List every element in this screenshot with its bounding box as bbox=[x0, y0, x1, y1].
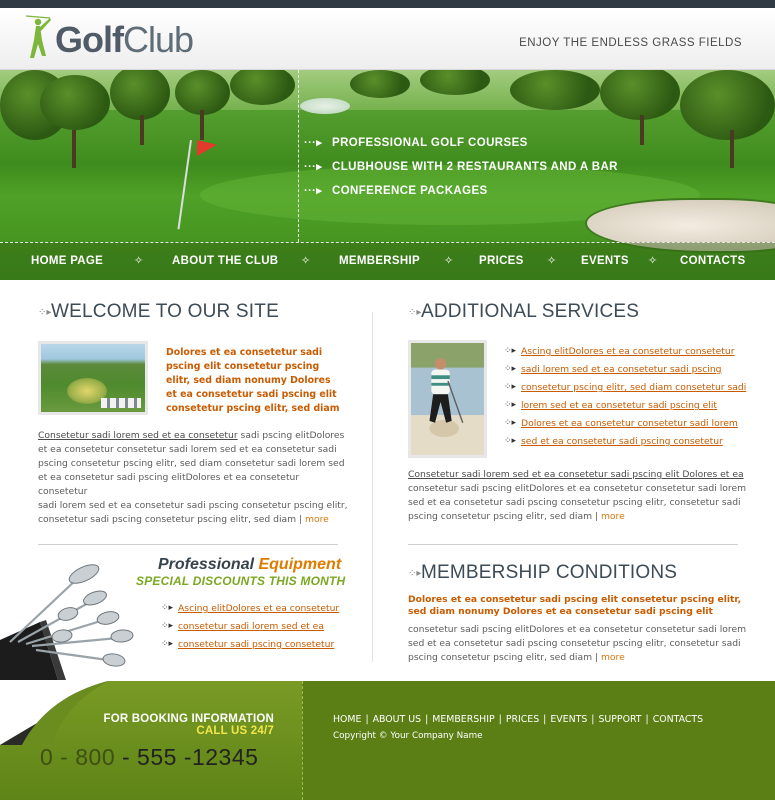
welcome-highlight: Dolores et ea consetetur sadi pscing eli… bbox=[166, 347, 340, 414]
service-link[interactable]: ⁘▸ Ascing elitDolores et ea consetetur co… bbox=[504, 346, 746, 364]
main-navigation: HOME PAGE ✧ ABOUT THE CLUB ✧ MEMBERSHIP … bbox=[0, 242, 775, 280]
welcome-body-link[interactable]: Consetetur sadi lorem sed et ea consetet… bbox=[38, 430, 238, 441]
logo-text-golf: Golf bbox=[55, 19, 124, 60]
logo-text-club: Club bbox=[122, 19, 194, 60]
membership-heading: MEMBERSHIP CONDITIONS bbox=[421, 562, 678, 583]
nav-item-home[interactable]: HOME PAGE bbox=[31, 255, 103, 267]
nav-item-contacts[interactable]: CONTACTS bbox=[680, 255, 745, 267]
bullet-arrow-icon: ⁘▸ bbox=[504, 364, 517, 374]
equipment-link-list: ⁘▸ Ascing elitDolores et ea consetetur ⁘▸… bbox=[161, 603, 339, 657]
star-separator-icon: ✧ bbox=[648, 254, 658, 267]
footer-link-prices[interactable]: PRICES bbox=[506, 714, 539, 725]
heading-arrow-icon: ⁘▸ bbox=[408, 568, 422, 579]
star-separator-icon: ✧ bbox=[547, 254, 557, 267]
services-more-link[interactable]: more bbox=[601, 511, 625, 522]
equipment-subtitle: SPECIAL DISCOUNTS THIS MONTH bbox=[136, 574, 346, 588]
bullet-arrow-icon: ⁘▸ bbox=[504, 436, 517, 446]
service-link[interactable]: ⁘▸ sadi lorem sed et ea consetetur sadi p… bbox=[504, 364, 746, 382]
site-logo[interactable]: GolfClub bbox=[55, 19, 194, 60]
site-tagline: ENJOY THE ENDLESS GRASS FIELDS bbox=[519, 37, 742, 49]
nav-item-about[interactable]: ABOUT THE CLUB bbox=[172, 255, 278, 267]
footer-link-home[interactable]: HOME bbox=[333, 714, 361, 725]
booking-call-label: CALL US 24/7 bbox=[196, 725, 274, 737]
membership-more-link[interactable]: more bbox=[601, 652, 625, 663]
copyright-text: Copyright © Your Company Name bbox=[333, 731, 483, 741]
feature-item: ···▸ CLUBHOUSE WITH 2 RESTAURANTS AND A B… bbox=[300, 158, 618, 182]
footer-link-contacts[interactable]: CONTACTS bbox=[653, 714, 703, 725]
service-link[interactable]: ⁘▸ Dolores et ea consetetur consetetur sa… bbox=[504, 418, 746, 436]
site-header: GolfClub ENJOY THE ENDLESS GRASS FIELDS bbox=[0, 8, 775, 70]
section-divider bbox=[38, 544, 338, 545]
feature-item: ···▸ PROFESSIONAL GOLF COURSES bbox=[300, 134, 618, 158]
equipment-link[interactable]: ⁘▸ consetetur sadi lorem sed et ea bbox=[161, 621, 339, 639]
nav-item-membership[interactable]: MEMBERSHIP bbox=[339, 255, 420, 267]
bullet-arrow-icon: ⁘▸ bbox=[161, 621, 174, 631]
booking-info-label: FOR BOOKING INFORMATION bbox=[103, 713, 274, 725]
golfer-logo-icon bbox=[25, 15, 51, 58]
bullet-arrow-icon: ⁘▸ bbox=[504, 418, 517, 428]
footer-link-membership[interactable]: MEMBERSHIP bbox=[432, 714, 494, 725]
star-separator-icon: ✧ bbox=[134, 254, 144, 267]
equipment-link[interactable]: ⁘▸ consetetur sadi pscing consetetur bbox=[161, 639, 339, 657]
golf-clubs-image bbox=[0, 564, 134, 680]
bullet-arrow-icon: ⁘▸ bbox=[504, 382, 517, 392]
services-heading: ADDITIONAL SERVICES bbox=[421, 301, 640, 322]
nav-item-prices[interactable]: PRICES bbox=[479, 255, 524, 267]
section-divider bbox=[408, 544, 738, 545]
equipment-title: Professional Equipment bbox=[158, 556, 342, 573]
feature-list: ···▸ PROFESSIONAL GOLF COURSES ···▸ CLUBHO… bbox=[300, 134, 618, 206]
footer-nav: HOME | ABOUT US | MEMBERSHIP | PRICES | EVENTS | S… bbox=[333, 714, 704, 725]
heading-arrow-icon: ⁘▸ bbox=[408, 307, 422, 318]
fountain-image bbox=[300, 98, 350, 114]
bullet-arrow-icon: ⁘▸ bbox=[504, 346, 517, 356]
phone-number[interactable]: 0 - 800 - 555 -12345 bbox=[40, 744, 258, 771]
welcome-more-link[interactable]: more bbox=[305, 514, 329, 525]
heading-arrow-icon: ⁘▸ bbox=[38, 307, 52, 318]
arrow-right-icon: ···▸ bbox=[304, 137, 323, 149]
flagpole-image bbox=[177, 140, 192, 230]
membership-body: consetetur sadi pscing elitDolores et ea… bbox=[408, 624, 747, 663]
welcome-heading: WELCOME TO OUR SITE bbox=[51, 301, 279, 322]
membership-highlight: Dolores et ea consetetur sadi pscing eli… bbox=[408, 594, 742, 617]
arrow-right-icon: ···▸ bbox=[304, 185, 323, 197]
feature-item: ···▸ CONFERENCE PACKAGES bbox=[300, 182, 618, 206]
services-link-list: ⁘▸ Ascing elitDolores et ea consetetur co… bbox=[504, 346, 746, 454]
star-separator-icon: ✧ bbox=[444, 254, 454, 267]
services-body: Consetetur sadi lorem sed et ea consetet… bbox=[408, 468, 748, 522]
golfer-in-bunker-image bbox=[408, 340, 487, 458]
flag-icon bbox=[197, 140, 217, 156]
service-link[interactable]: ⁘▸ lorem sed et ea consetetur sadi pscing… bbox=[504, 400, 746, 418]
service-link[interactable]: ⁘▸ sed et ea consetetur sadi pscing conse… bbox=[504, 436, 746, 454]
column-divider bbox=[372, 312, 373, 662]
bullet-arrow-icon: ⁘▸ bbox=[504, 400, 517, 410]
equipment-link[interactable]: ⁘▸ Ascing elitDolores et ea consetetur bbox=[161, 603, 339, 621]
footer-link-support[interactable]: SUPPORT bbox=[598, 714, 641, 725]
bullet-arrow-icon: ⁘▸ bbox=[161, 603, 174, 613]
services-body-link[interactable]: Consetetur sadi lorem sed et ea consetet… bbox=[408, 468, 748, 482]
bullet-arrow-icon: ⁘▸ bbox=[161, 639, 174, 649]
star-separator-icon: ✧ bbox=[301, 254, 311, 267]
arrow-right-icon: ···▸ bbox=[304, 161, 323, 173]
welcome-body: Consetetur sadi lorem sed et ea consetet… bbox=[38, 430, 348, 525]
service-link[interactable]: ⁘▸ consetetur pscing elitr, sed diam cons… bbox=[504, 382, 746, 400]
nav-item-events[interactable]: EVENTS bbox=[581, 255, 629, 267]
footer-link-about[interactable]: ABOUT US bbox=[373, 714, 421, 725]
footer-link-events[interactable]: EVENTS bbox=[550, 714, 587, 725]
top-strip bbox=[0, 0, 775, 8]
golf-course-aerial-image bbox=[38, 341, 148, 415]
